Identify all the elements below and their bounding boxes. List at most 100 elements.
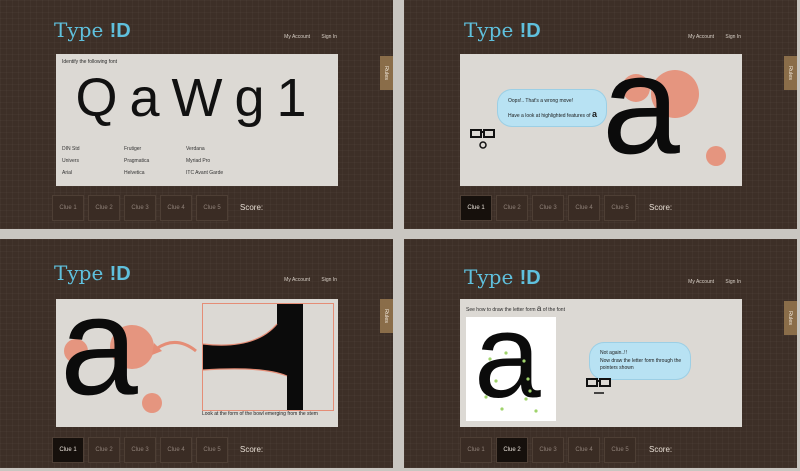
bubble-line-2-text: Have a look at highlighted features of (508, 113, 591, 119)
clue-2-button[interactable]: Clue 2 (88, 195, 120, 221)
speech-bubble: Not again..!! Now draw the letter form t… (590, 343, 690, 379)
logo-text: Type (464, 265, 520, 289)
score-label: Score: (240, 203, 264, 212)
option-univers[interactable]: Univers (62, 158, 79, 164)
option-arial[interactable]: Arial (62, 170, 72, 176)
clue-1-button[interactable]: Clue 1 (460, 437, 492, 463)
logo[interactable]: Type !D (464, 265, 541, 290)
my-account-link[interactable]: My Account (688, 279, 714, 285)
bubble-glyph: a (591, 109, 597, 119)
rules-tab[interactable]: Rules (380, 56, 393, 90)
clue-bar: Clue 1 Clue 2 Clue 3 Clue 4 Clue 5 (460, 195, 640, 221)
my-account-link[interactable]: My Account (284, 34, 310, 40)
clue-5-button[interactable]: Clue 5 (196, 195, 228, 221)
clue-3-button[interactable]: Clue 3 (532, 437, 564, 463)
clue-2-button[interactable]: Clue 2 (496, 437, 528, 463)
prompt-glyph: a (536, 304, 542, 313)
bubble-line-2: Now draw the letter form through the poi… (600, 358, 682, 371)
clue-4-button[interactable]: Clue 4 (160, 437, 192, 463)
question-card: Identify the following font QaWg1 DIN St… (56, 54, 338, 186)
screen-draw-letter: Type !D My Account Sign In Rules See how… (404, 239, 797, 468)
logo-id: !D (519, 20, 541, 42)
clue-2-button[interactable]: Clue 2 (88, 437, 120, 463)
clue-3-button[interactable]: Clue 3 (124, 437, 156, 463)
logo[interactable]: Type !D (54, 261, 131, 286)
option-avant-garde[interactable]: ITC Avant Garde (186, 170, 223, 176)
option-frutiger[interactable]: Frutiger (124, 146, 141, 152)
drawing-prompt: See how to draw the letter form a of the… (466, 304, 565, 313)
drawing-card: See how to draw the letter form a of the… (460, 299, 742, 427)
top-links: My Account Sign In (678, 34, 741, 40)
clue-bar: Clue 1 Clue 2 Clue 3 Clue 4 Clue 5 (460, 437, 640, 463)
clue-1-button[interactable]: Clue 1 (52, 195, 84, 221)
rules-label: Rules (383, 65, 390, 81)
clue-4-button[interactable]: Clue 4 (568, 437, 600, 463)
large-letter-a: a (602, 54, 680, 183)
logo-text: Type (54, 18, 110, 42)
screen-bowl-detail: Type !D My Account Sign In Rules a Look … (0, 239, 393, 468)
top-links: My Account Sign In (274, 34, 337, 40)
rules-label: Rules (787, 65, 794, 81)
clue-5-button[interactable]: Clue 5 (196, 437, 228, 463)
large-letter-a: a (60, 299, 138, 424)
clue-1-button[interactable]: Clue 1 (460, 195, 492, 221)
hint-caption: Look at the form of the bowl emerging fr… (202, 411, 318, 417)
option-din[interactable]: DIN Std (62, 146, 80, 152)
prompt-before: See how to draw the letter form (466, 307, 536, 313)
clue-4-button[interactable]: Clue 4 (160, 195, 192, 221)
bowl-stem-zoom (203, 304, 303, 410)
rules-tab[interactable]: Rules (380, 299, 393, 333)
clue-5-button[interactable]: Clue 5 (604, 195, 636, 221)
logo-id: !D (109, 263, 131, 285)
logo[interactable]: Type !D (54, 18, 131, 43)
prompt-after: of the font (542, 307, 565, 313)
clue-3-button[interactable]: Clue 3 (124, 195, 156, 221)
score-label: Score: (649, 445, 673, 454)
clue-1-button[interactable]: Clue 1 (52, 437, 84, 463)
logo-id: !D (109, 20, 131, 42)
option-pragmatica[interactable]: Pragmatica (124, 158, 149, 164)
rules-label: Rules (383, 308, 390, 324)
speech-bubble: Oops!.. That's a wrong move! Have a look… (498, 90, 606, 126)
option-helvetica[interactable]: Helvetica (124, 170, 145, 176)
hint-card: a Look at the form of the bowl emerging … (56, 299, 338, 427)
bubble-line-1: Oops!.. That's a wrong move! (508, 98, 574, 104)
clue-3-button[interactable]: Clue 3 (532, 195, 564, 221)
logo-id: !D (519, 267, 541, 289)
option-verdana[interactable]: Verdana (186, 146, 205, 152)
hint-card: a Oops!.. That's a wrong move! Have a lo… (460, 54, 742, 186)
option-myriad[interactable]: Myriad Pro (186, 158, 210, 164)
sign-in-link[interactable]: Sign In (321, 34, 337, 40)
glasses-mascot-icon (586, 378, 611, 394)
font-sample: QaWg1 (75, 68, 319, 128)
sign-in-link[interactable]: Sign In (725, 34, 741, 40)
rules-tab[interactable]: Rules (784, 56, 797, 90)
drawing-pointers (484, 351, 538, 413)
screen-identify-font: Type !D My Account Sign In Rules Identif… (0, 0, 393, 229)
rules-tab[interactable]: Rules (784, 301, 797, 335)
score-label: Score: (649, 203, 673, 212)
clue-4-button[interactable]: Clue 4 (568, 195, 600, 221)
logo-text: Type (54, 261, 110, 285)
logo[interactable]: Type !D (464, 18, 541, 43)
clue-bar: Clue 1 Clue 2 Clue 3 Clue 4 Clue 5 (52, 195, 232, 221)
question-prompt: Identify the following font (62, 59, 118, 65)
clue-2-button[interactable]: Clue 2 (496, 195, 528, 221)
clue-bar: Clue 1 Clue 2 Clue 3 Clue 4 Clue 5 (52, 437, 232, 463)
clue-5-button[interactable]: Clue 5 (604, 437, 636, 463)
bubble-line-1: Not again..!! (600, 350, 627, 356)
zoom-detail-box (202, 303, 334, 411)
top-links: My Account Sign In (274, 277, 337, 283)
my-account-link[interactable]: My Account (688, 34, 714, 40)
score-label: Score: (240, 445, 264, 454)
screen-wrong-move: Type !D My Account Sign In Rules a Oops!… (404, 0, 797, 229)
bubble-line-2: Have a look at highlighted features of a (508, 109, 597, 119)
top-links: My Account Sign In (678, 279, 741, 285)
drawing-canvas[interactable]: a (466, 317, 556, 421)
sign-in-link[interactable]: Sign In (725, 279, 741, 285)
sign-in-link[interactable]: Sign In (321, 277, 337, 283)
rules-label: Rules (787, 310, 794, 326)
my-account-link[interactable]: My Account (284, 277, 310, 283)
glasses-mascot-icon (470, 129, 495, 149)
logo-text: Type (464, 18, 520, 42)
